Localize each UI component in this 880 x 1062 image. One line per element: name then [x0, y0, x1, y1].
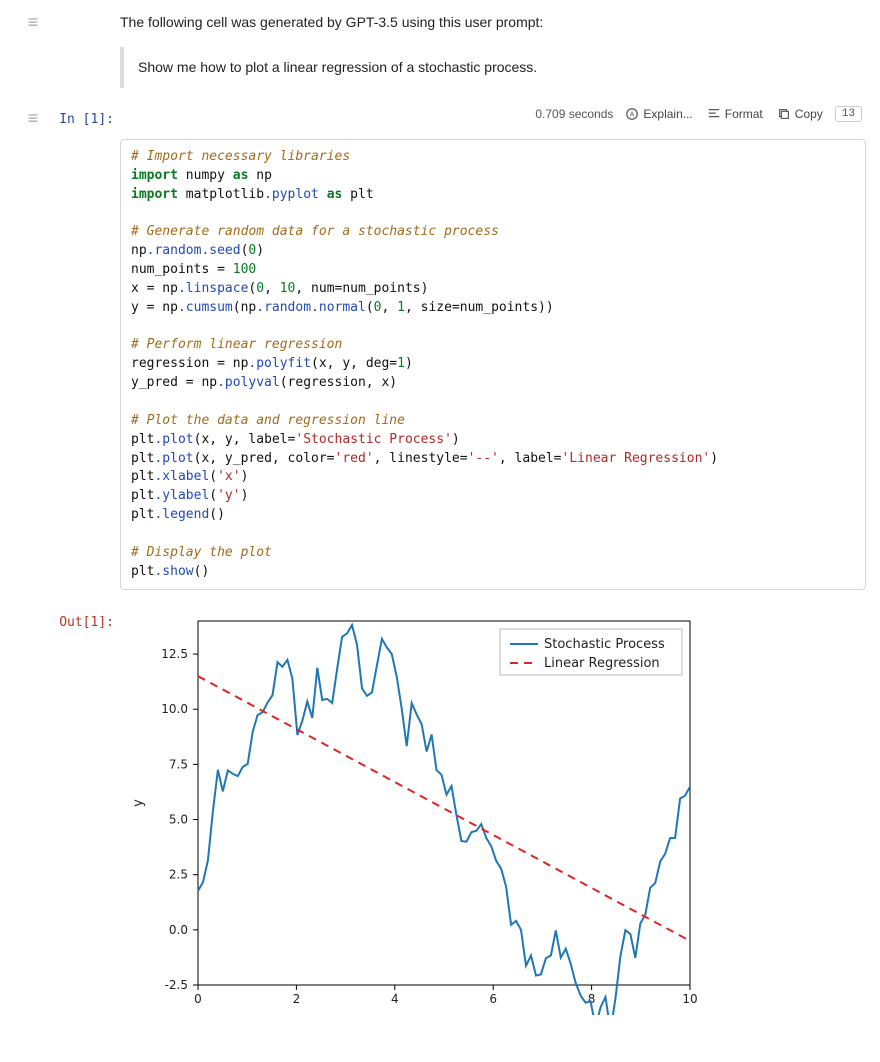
copy-button[interactable]: Copy	[775, 107, 825, 121]
svg-text:y: y	[131, 799, 146, 807]
cell-gutter	[14, 609, 52, 613]
drag-handle-icon[interactable]	[25, 110, 41, 126]
svg-text:Stochastic Process: Stochastic Process	[544, 637, 665, 652]
format-icon	[707, 107, 721, 121]
output-cell: Out[1]: 0246810-2.50.02.55.07.510.012.5y…	[14, 609, 866, 1015]
svg-text:Linear Regression: Linear Regression	[544, 656, 660, 671]
svg-text:-2.5: -2.5	[165, 978, 188, 992]
copy-label: Copy	[795, 107, 823, 121]
svg-text:6: 6	[489, 992, 497, 1006]
markdown-body: The following cell was generated by GPT-…	[120, 10, 866, 100]
format-label: Format	[725, 107, 763, 121]
code-body: 0.709 seconds A Explain... Format Copy 1…	[120, 106, 866, 603]
svg-text:A: A	[630, 112, 635, 119]
copy-icon	[777, 107, 791, 121]
code-cell: In [1]: 0.709 seconds A Explain... Forma…	[14, 106, 866, 603]
svg-text:2.5: 2.5	[169, 868, 188, 882]
svg-text:10.0: 10.0	[161, 703, 188, 717]
code-toolbar: 0.709 seconds A Explain... Format Copy 1…	[120, 106, 866, 126]
notebook: The following cell was generated by GPT-…	[0, 0, 880, 1061]
markdown-quote: Show me how to plot a linear regression …	[120, 47, 866, 88]
svg-text:4: 4	[391, 992, 399, 1006]
cell-gutter	[14, 106, 52, 127]
svg-text:5.0: 5.0	[169, 813, 188, 827]
svg-text:12.5: 12.5	[161, 647, 188, 661]
svg-text:7.5: 7.5	[169, 758, 188, 772]
exec-seconds: 0.709 seconds	[535, 107, 613, 121]
svg-text:0.0: 0.0	[169, 923, 188, 937]
matplotlib-figure: 0246810-2.50.02.55.07.510.012.5yStochast…	[120, 615, 710, 1015]
svg-text:0: 0	[194, 992, 202, 1006]
input-prompt: In [1]:	[52, 106, 120, 127]
code-editor[interactable]: # Import necessary libraries import nump…	[120, 139, 866, 590]
format-button[interactable]: Format	[705, 107, 765, 121]
svg-text:10: 10	[682, 992, 697, 1006]
plot-output: 0246810-2.50.02.55.07.510.012.5yStochast…	[120, 609, 866, 1015]
explain-label: Explain...	[643, 107, 692, 121]
output-prompt: Out[1]:	[52, 609, 120, 630]
ai-icon: A	[625, 107, 639, 121]
exec-count-badge: 13	[835, 106, 862, 122]
svg-text:2: 2	[293, 992, 301, 1006]
drag-handle-icon[interactable]	[25, 14, 41, 30]
explain-button[interactable]: A Explain...	[623, 107, 694, 121]
markdown-intro: The following cell was generated by GPT-…	[120, 10, 866, 39]
markdown-cell: The following cell was generated by GPT-…	[14, 10, 866, 100]
cell-gutter	[14, 10, 52, 31]
empty-prompt	[52, 10, 120, 16]
